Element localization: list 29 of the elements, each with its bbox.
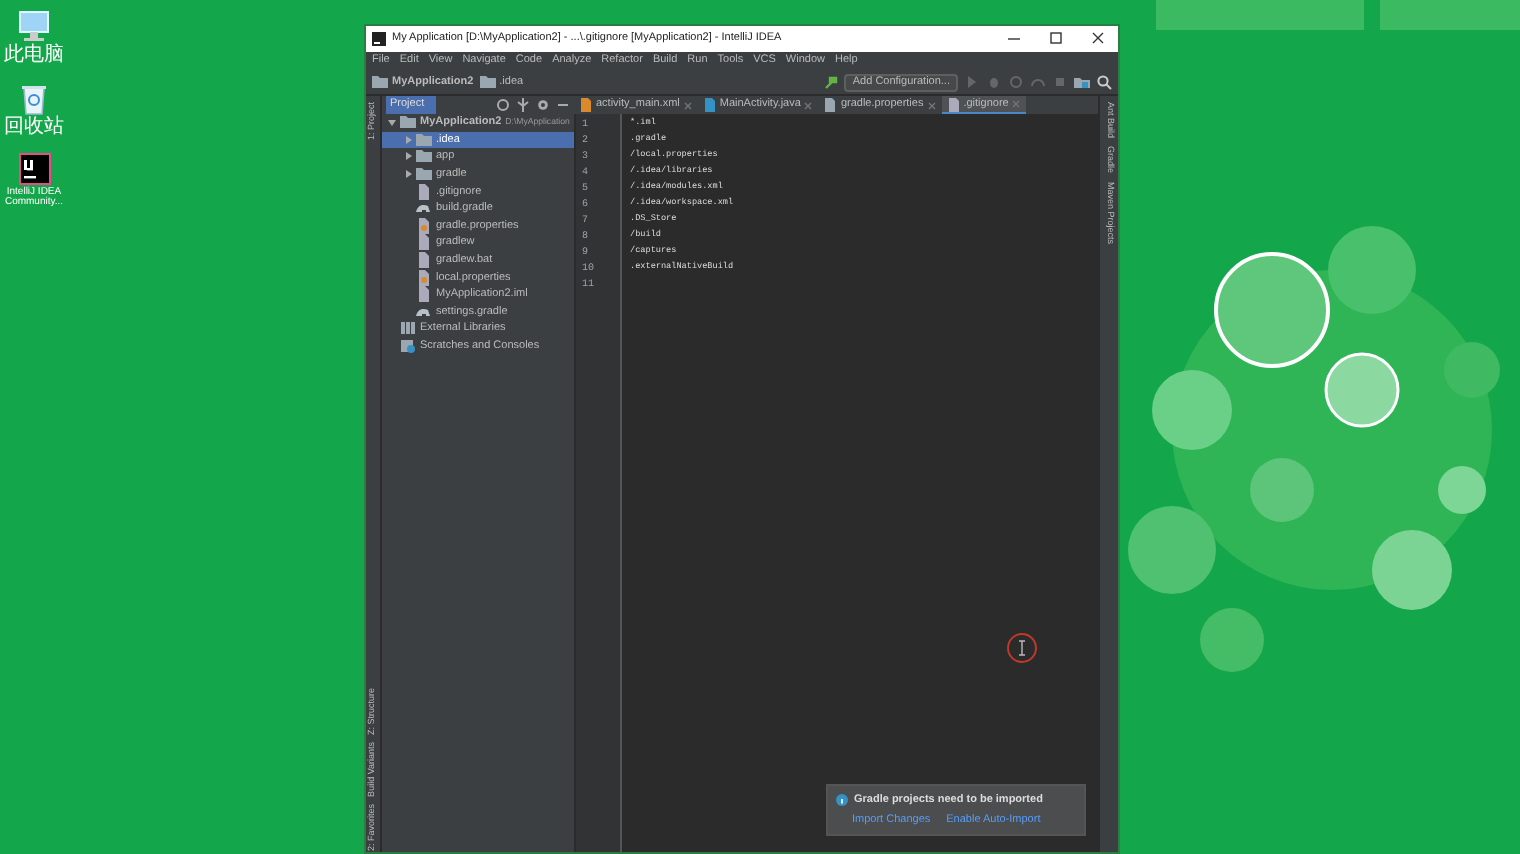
folder-icon [479,74,496,90]
minimize-icon[interactable] [556,98,570,112]
info-icon [836,793,848,806]
settings-file-icon [416,217,432,234]
settings-icon[interactable] [536,98,550,112]
file-icon [580,98,592,112]
close-icon[interactable] [927,101,936,109]
file-icon [416,183,432,200]
collapse-arrow-icon[interactable] [387,118,395,127]
search-icon[interactable] [1096,74,1112,90]
app-icon [372,32,386,46]
file-icon [947,97,960,111]
ide-icon[interactable] [14,150,54,186]
close-icon[interactable] [683,101,692,109]
folder-icon[interactable] [1074,74,1090,90]
click-indicator-icon [1006,632,1038,664]
library-icon [400,320,416,337]
file-icon [824,98,837,112]
module-icon [400,114,416,131]
desktop-icon-label[interactable]: 此电脑 [4,46,64,67]
target-icon[interactable] [496,98,510,112]
module-icon [372,74,388,90]
file-icon [703,98,716,112]
settings-file-icon [416,269,432,286]
desktop-icon-label[interactable]: 回收站 [4,117,64,138]
hammer-icon[interactable] [824,75,839,89]
close-icon[interactable] [804,101,813,109]
scratch-icon [400,338,416,355]
computer-icon[interactable] [14,8,54,44]
